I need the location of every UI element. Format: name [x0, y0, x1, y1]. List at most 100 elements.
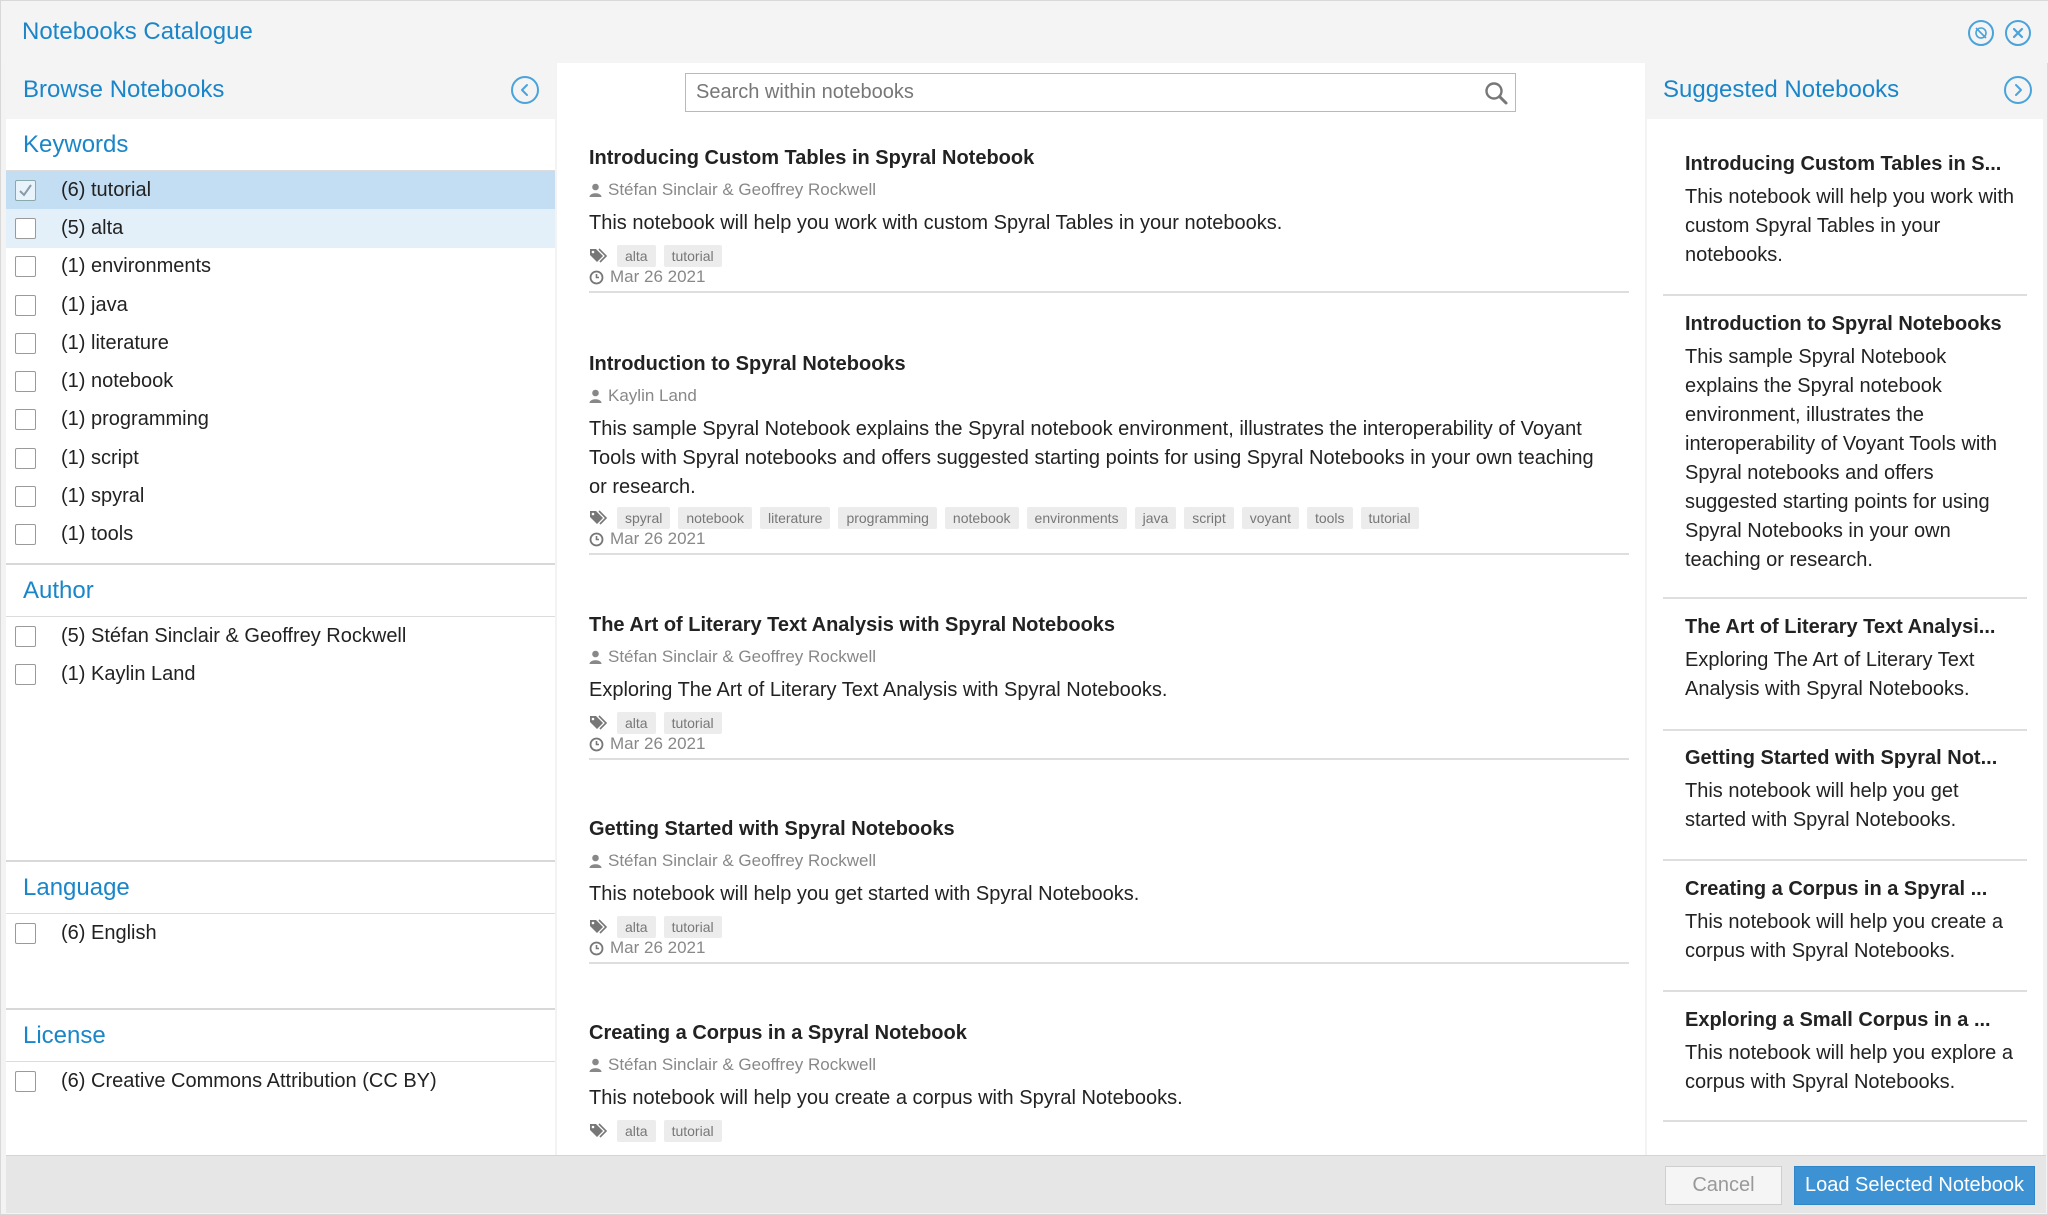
tag: java — [1134, 507, 1177, 529]
load-selected-notebook-button[interactable]: Load Selected Notebook — [1794, 1166, 2035, 1205]
search-icon[interactable] — [1483, 80, 1509, 111]
suggested-item[interactable]: Exploring a Small Corpus in a ... This n… — [1663, 1009, 2027, 1122]
facet-row-author[interactable]: (1) Kaylin Land — [6, 655, 555, 693]
suggested-title[interactable]: Exploring a Small Corpus in a ... — [1685, 1009, 2021, 1032]
tags-icon — [590, 510, 608, 525]
author-name: Stéfan Sinclair & Geoffrey Rockwell — [608, 851, 877, 870]
search-input[interactable] — [686, 74, 1446, 110]
facet-label: (6) English — [61, 921, 157, 944]
notebook-item[interactable]: The Art of Literary Text Analysis with S… — [589, 614, 1629, 760]
search-box — [685, 73, 1516, 112]
chevron-right-icon[interactable] — [2004, 76, 2032, 104]
title-bar: Notebooks Catalogue — [1, 1, 2048, 63]
notebook-item[interactable]: Introducing Custom Tables in Spyral Note… — [589, 147, 1629, 293]
facet-row-keyword[interactable]: (1) tools — [6, 516, 555, 554]
suggested-description: This sample Spyral Notebook explains the… — [1685, 346, 1998, 571]
facet-row-language[interactable]: (6) English — [6, 914, 555, 952]
notebook-item[interactable]: Creating a Corpus in a Spyral Notebook S… — [589, 1022, 1629, 1155]
checkbox[interactable] — [15, 409, 36, 431]
tag: alta — [617, 245, 656, 267]
facet-row-keyword[interactable]: (1) spyral — [6, 477, 555, 515]
notebook-title[interactable]: Introducing Custom Tables in Spyral Note… — [589, 147, 1034, 170]
checkbox[interactable] — [15, 332, 36, 354]
facet-title: License — [23, 1022, 106, 1049]
facet-label: (1) Kaylin Land — [61, 662, 196, 685]
notebooks-catalogue-window: Notebooks Catalogue Browse Notebooks Key… — [0, 0, 2048, 1215]
suggested-item[interactable]: The Art of Literary Text Analysi... Expl… — [1663, 616, 2027, 731]
tag: tutorial — [663, 712, 722, 734]
notebook-title[interactable]: The Art of Literary Text Analysis with S… — [589, 614, 1115, 637]
checkbox[interactable] — [15, 625, 36, 647]
checkbox[interactable] — [15, 217, 36, 239]
tag: environments — [1026, 507, 1127, 529]
suggested-title[interactable]: Creating a Corpus in a Spyral ... — [1685, 878, 2021, 901]
tag: tools — [1306, 507, 1353, 529]
checkbox[interactable] — [15, 922, 36, 944]
checkbox[interactable] — [15, 1070, 36, 1092]
facet-row-keyword[interactable]: (1) environments — [6, 248, 555, 286]
suggested-item[interactable]: Introducing Custom Tables in S... This n… — [1663, 153, 2027, 296]
facet-row-keyword[interactable]: (5) alta — [6, 209, 555, 248]
author-name: Kaylin Land — [608, 386, 697, 405]
suggested-title[interactable]: Introducing Custom Tables in S... — [1685, 153, 2021, 176]
checkbox[interactable] — [15, 179, 36, 201]
keywords-facet: Keywords (6) tutorial (5) alta (1) envir… — [6, 119, 555, 554]
notebook-title[interactable]: Getting Started with Spyral Notebooks — [589, 818, 955, 841]
user-icon — [589, 1058, 602, 1072]
facet-label: (1) programming — [61, 408, 209, 431]
facet-row-keyword[interactable]: (1) programming — [6, 401, 555, 439]
facet-row-keyword[interactable]: (1) notebook — [6, 362, 555, 400]
facet-title: Language — [23, 874, 130, 901]
suggested-panel: Suggested Notebooks Introducing Custom T… — [1647, 63, 2043, 1155]
suggested-panel-title: Suggested Notebooks — [1663, 76, 1900, 103]
tag-list: alta tutorial — [589, 245, 722, 267]
facet-label: (6) Creative Commons Attribution (CC BY) — [61, 1069, 437, 1092]
checkbox[interactable] — [15, 371, 36, 393]
tag: notebook — [944, 507, 1019, 529]
suggested-title[interactable]: Introduction to Spyral Notebooks — [1685, 313, 2021, 336]
suggested-item[interactable]: Getting Started with Spyral Not... This … — [1663, 747, 2027, 861]
suggested-item[interactable]: Introduction to Spyral Notebooks This sa… — [1663, 313, 2027, 599]
tag: alta — [617, 916, 656, 938]
checkbox[interactable] — [15, 294, 36, 316]
tag: voyant — [1241, 507, 1299, 529]
checkbox[interactable] — [15, 663, 36, 685]
close-icon[interactable] — [2005, 20, 2031, 46]
suggested-item[interactable]: Creating a Corpus in a Spyral ... This n… — [1663, 878, 2027, 992]
license-facet: License (6) Creative Commons Attribution… — [6, 1010, 555, 1101]
notebook-item[interactable]: Introduction to Spyral Notebooks Kaylin … — [589, 353, 1629, 555]
notebook-title[interactable]: Introduction to Spyral Notebooks — [589, 353, 906, 376]
checkbox[interactable] — [15, 447, 36, 469]
clock-icon — [589, 270, 604, 284]
notebook-title[interactable]: Creating a Corpus in a Spyral Notebook — [589, 1022, 967, 1045]
cancel-button[interactable]: Cancel — [1665, 1166, 1782, 1205]
browse-panel-header: Browse Notebooks — [6, 63, 555, 119]
checkbox[interactable] — [15, 256, 36, 278]
tag-list: alta tutorial — [589, 712, 722, 734]
checkbox[interactable] — [15, 486, 36, 508]
clock-icon — [589, 941, 604, 955]
checkbox[interactable] — [15, 524, 36, 546]
facet-row-keyword[interactable]: (1) java — [6, 286, 555, 324]
notebook-date: Mar 26 2021 — [589, 938, 705, 958]
facet-row-keyword[interactable]: (1) literature — [6, 324, 555, 362]
facet-row-author[interactable]: (5) Stéfan Sinclair & Geoffrey Rockwell — [6, 617, 555, 655]
facet-row-keyword[interactable]: (6) tutorial — [6, 171, 555, 210]
facet-row-keyword[interactable]: (1) script — [6, 439, 555, 477]
chevron-left-icon[interactable] — [511, 76, 539, 104]
suggested-title[interactable]: The Art of Literary Text Analysi... — [1685, 616, 2021, 639]
notebook-author: Stéfan Sinclair & Geoffrey Rockwell — [589, 1055, 876, 1075]
notebook-date: Mar 26 2021 — [589, 734, 705, 754]
facet-label: (1) java — [61, 293, 128, 316]
tag: literature — [759, 507, 831, 529]
author-name: Stéfan Sinclair & Geoffrey Rockwell — [608, 647, 877, 666]
tag: programming — [838, 507, 937, 529]
notebook-item[interactable]: Getting Started with Spyral Notebooks St… — [589, 818, 1629, 964]
facet-label: (1) script — [61, 446, 139, 469]
facet-row-license[interactable]: (6) Creative Commons Attribution (CC BY) — [6, 1062, 555, 1100]
notebook-author: Stéfan Sinclair & Geoffrey Rockwell — [589, 647, 876, 667]
suggested-title[interactable]: Getting Started with Spyral Not... — [1685, 747, 2021, 770]
no-sync-icon[interactable] — [1968, 20, 1994, 46]
suggested-description: This notebook will help you create a cor… — [1685, 911, 2003, 962]
notebook-author: Stéfan Sinclair & Geoffrey Rockwell — [589, 180, 876, 200]
